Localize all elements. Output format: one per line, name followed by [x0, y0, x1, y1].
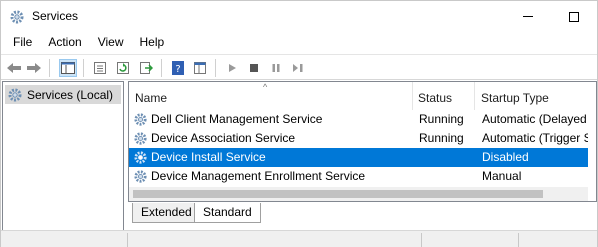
cell-name: Device Management Enrollment Service: [151, 169, 366, 183]
vertical-scrollbar[interactable]: [588, 82, 596, 201]
toolbar-separator: [215, 59, 216, 77]
cell-status: Running: [419, 131, 464, 145]
service-gear-icon: [133, 112, 148, 127]
column-header-startup-type[interactable]: Startup Type: [475, 82, 588, 110]
cell-name: Device Association Service: [151, 131, 296, 145]
restart-icon[interactable]: [289, 59, 307, 77]
cell-status: Running: [419, 112, 464, 126]
view-tabs: Extended Standard: [128, 203, 597, 223]
services-list: ^ Name Status Startup Type Dell Client M…: [128, 81, 597, 202]
refresh-icon[interactable]: [114, 59, 132, 77]
column-header-label: Startup Type: [481, 91, 549, 105]
column-header-name[interactable]: Name: [129, 82, 413, 110]
service-gear-icon: [133, 131, 148, 146]
tab-standard[interactable]: Standard: [194, 203, 261, 223]
column-header-row: ^ Name Status Startup Type: [129, 82, 596, 110]
pause-icon[interactable]: [267, 59, 285, 77]
table-row[interactable]: Dell Client Management Service Running A…: [129, 110, 596, 129]
cell-status: [419, 148, 475, 167]
back-arrow-icon[interactable]: [5, 59, 23, 77]
menu-view[interactable]: View: [90, 32, 132, 53]
tree-item-label: Services (Local): [27, 87, 114, 102]
horizontal-scrollbar[interactable]: [129, 187, 588, 201]
services-gear-icon: [9, 9, 25, 25]
svg-text:?: ?: [175, 64, 180, 75]
menu-bar: File Action View Help: [1, 32, 597, 53]
status-bar: [1, 230, 597, 247]
cell-startup-type: Manual: [482, 169, 522, 183]
tab-extended[interactable]: Extended: [132, 203, 201, 223]
cell-startup-type: Automatic (Delayed: [482, 112, 587, 126]
horizontal-scroll-thumb[interactable]: [133, 190, 543, 198]
minimize-icon: [523, 16, 533, 17]
column-header-label: Status: [418, 91, 453, 105]
toolbar: ?: [1, 54, 597, 80]
status-divider: [518, 233, 519, 247]
tree-item-services-local[interactable]: Services (Local): [5, 85, 121, 104]
cell-status: [419, 167, 475, 186]
export-icon[interactable]: [137, 59, 155, 77]
table-row[interactable]: Device Management Enrollment Service Man…: [129, 167, 596, 186]
column-header-label: Name: [135, 91, 168, 105]
status-divider: [127, 233, 128, 247]
forward-arrow-icon[interactable]: [25, 59, 43, 77]
menu-help[interactable]: Help: [132, 32, 173, 53]
table-row-selected[interactable]: Device Install Service Disabled: [129, 148, 596, 167]
cell-startup-type: Disabled: [482, 150, 529, 164]
menu-file[interactable]: File: [5, 32, 40, 53]
title-bar: Services: [1, 1, 597, 32]
stop-icon[interactable]: [245, 59, 263, 77]
show-tree-icon[interactable]: [59, 59, 77, 77]
menu-action[interactable]: Action: [40, 32, 89, 53]
maximize-icon: [569, 11, 579, 22]
service-gear-icon: [133, 169, 148, 184]
view-icon[interactable]: [191, 59, 209, 77]
properties-icon[interactable]: [91, 59, 109, 77]
window-title: Services: [32, 9, 79, 23]
status-divider: [421, 233, 422, 247]
column-header-status[interactable]: Status: [413, 82, 475, 110]
cell-name: Device Install Service: [151, 150, 266, 164]
tree-pane: Services (Local): [2, 81, 124, 231]
toolbar-separator: [83, 59, 84, 77]
services-gear-icon: [7, 87, 23, 103]
cell-startup-type: Automatic (Trigger S: [482, 131, 588, 145]
minimize-button[interactable]: [505, 1, 551, 32]
toolbar-separator: [49, 59, 50, 77]
cell-name: Dell Client Management Service: [151, 112, 323, 126]
toolbar-separator: [161, 59, 162, 77]
table-row[interactable]: Device Association Service Running Autom…: [129, 129, 596, 148]
help-icon[interactable]: ?: [169, 59, 187, 77]
services-window: Services File Action View Help ? Service…: [0, 0, 598, 247]
service-gear-icon: [133, 150, 148, 165]
start-icon[interactable]: [223, 59, 241, 77]
maximize-button[interactable]: [551, 1, 597, 32]
